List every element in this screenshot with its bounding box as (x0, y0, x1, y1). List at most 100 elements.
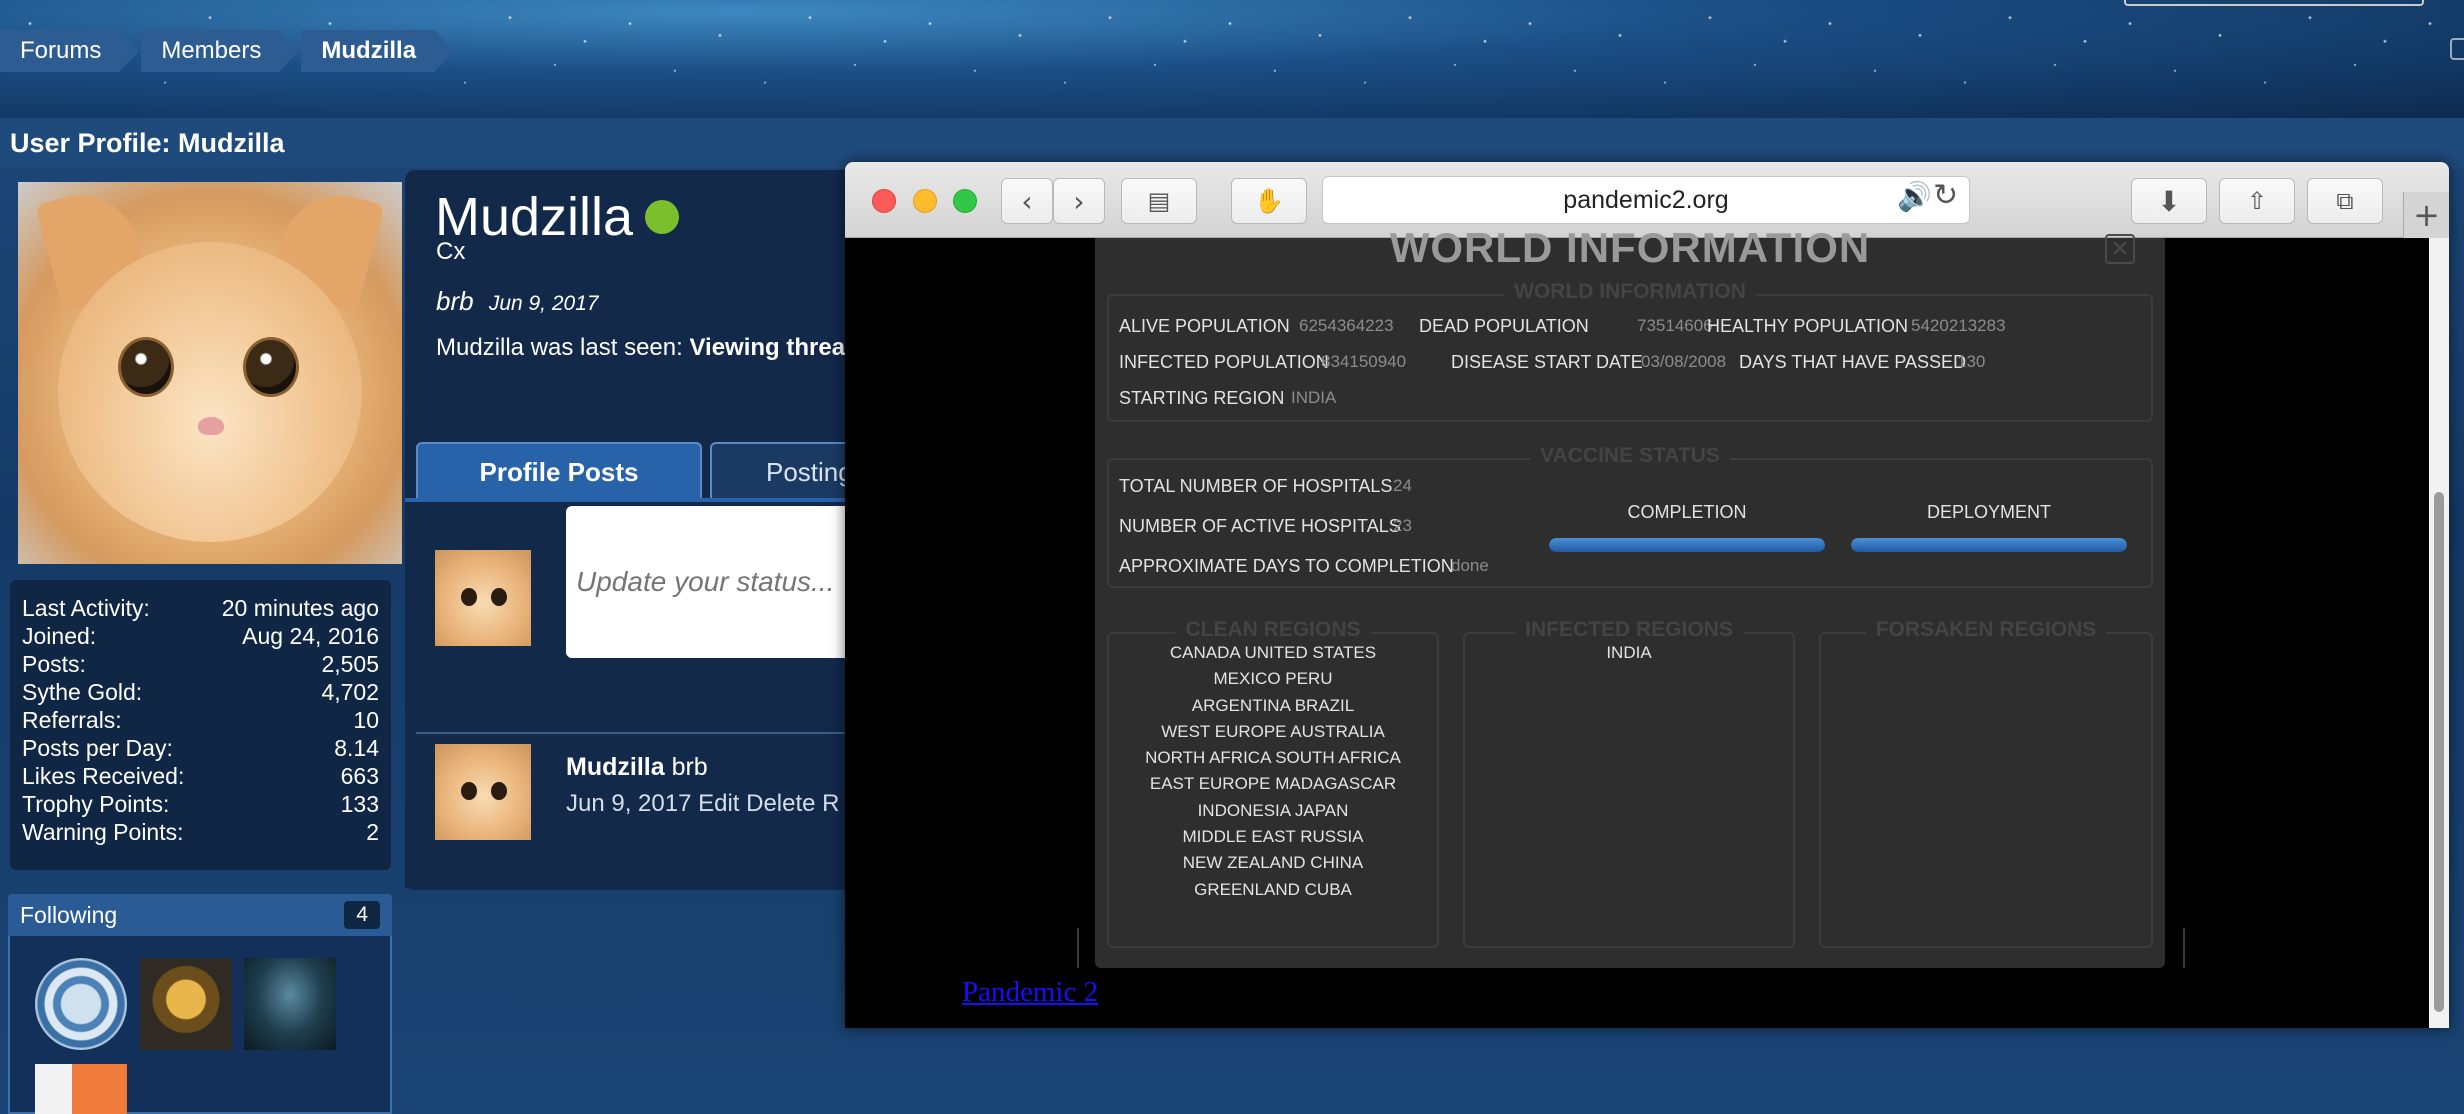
stat-value: 10 (353, 707, 379, 733)
privacy-button[interactable]: ✋ (1231, 178, 1307, 224)
following-avatar-3[interactable] (244, 958, 336, 1050)
active-hospitals-value: 23 (1393, 516, 1412, 535)
clean-regions-legend: CLEAN REGIONS (1109, 618, 1437, 642)
speaker-icon[interactable]: 🔊 (1897, 180, 1932, 213)
stat-value: 663 (340, 763, 379, 789)
completion-progress-fill (1549, 538, 1825, 552)
vertical-scrollbar[interactable] (2429, 238, 2449, 1028)
total-hospitals-label: TOTAL NUMBER OF HOSPITALS (1119, 476, 1393, 496)
following-label: Following (20, 901, 118, 928)
search-box-edge[interactable] (2124, 0, 2424, 6)
close-window-button[interactable] (872, 189, 896, 213)
share-icon: ⇧ (2246, 187, 2268, 215)
status-avatar[interactable] (435, 550, 531, 646)
infected-regions-section: INFECTED REGIONS INDIA (1463, 618, 1795, 948)
share-button[interactable]: ⇧ (2219, 178, 2295, 224)
stat-label: Posts per Day: (22, 735, 173, 761)
url-text: pandemic2.org (1563, 185, 1729, 214)
stat-label: Posts: (22, 651, 86, 677)
region-item: NEW ZEALAND CHINA (1182, 853, 1364, 873)
stat-label: Joined: (22, 623, 97, 649)
stat-label: Warning Points: (22, 819, 184, 845)
completion-label: COMPLETION (1627, 502, 1747, 522)
disease-start-date-value: 03/08/2008 (1641, 352, 1727, 371)
following-avatars (8, 936, 392, 1114)
zoom-window-button[interactable] (953, 189, 977, 213)
following-header[interactable]: Following 4 (8, 894, 392, 936)
status-text: brb (436, 286, 474, 316)
post-author-avatar[interactable] (435, 744, 531, 840)
breadcrumb-members[interactable]: Members (141, 30, 300, 72)
following-avatar-1[interactable] (35, 958, 127, 1050)
region-item: MIDDLE EAST RUSSIA (1182, 827, 1364, 847)
post-divider (416, 732, 846, 734)
infected-population-label: INFECTED POPULATION (1119, 352, 1329, 372)
world-info-panel: WORLD INFORMATION ✕ WORLD INFORMATION AL… (1095, 224, 2165, 968)
minimize-window-button[interactable] (913, 189, 937, 213)
close-icon[interactable]: ✕ (2105, 234, 2135, 264)
post-meta-actions[interactable]: Jun 9, 2017 Edit Delete R (566, 790, 846, 818)
last-seen: Mudzilla was last seen: Viewing threa (436, 334, 846, 362)
downloads-button[interactable]: ⬇ (2131, 178, 2207, 224)
region-item: WEST EUROPE AUSTRALIA (1161, 721, 1385, 741)
stat-value: 8.14 (334, 735, 379, 761)
online-status-icon (645, 200, 679, 234)
region-item: CANADA UNITED STATES (1169, 643, 1377, 662)
browser-content: WORLD INFORMATION ✕ WORLD INFORMATION AL… (845, 224, 2429, 1028)
stat-value: Aug 24, 2016 (242, 623, 379, 649)
browser-window: ‹ › ▤ ✋ pandemic2.org 🔊 ↻ ⬇ ⇧ ⧉ + WORLD … (845, 162, 2449, 1028)
breadcrumb-current-user[interactable]: Mudzilla (301, 30, 454, 72)
sidebar-button[interactable]: ▤ (1121, 178, 1197, 224)
active-hospitals-label: NUMBER OF ACTIVE HOSPITALS (1119, 516, 1401, 536)
breadcrumb-forums[interactable]: Forums (0, 30, 140, 72)
post-text: brb (671, 753, 708, 781)
title-bar (0, 118, 2464, 168)
world-info-title: WORLD INFORMATION (1389, 224, 1871, 271)
following-count-badge: 4 (344, 901, 380, 929)
vaccine-status-section: VACCINE STATUS TOTAL NUMBER OF HOSPITALS… (1107, 444, 2153, 588)
region-item: GREENLAND CUBA (1194, 879, 1352, 899)
stat-label: Sythe Gold: (22, 679, 143, 705)
deployment-progress-bar (1851, 538, 2127, 552)
tab-profile-posts[interactable]: Profile Posts (416, 442, 702, 500)
region-item: INDIA (1606, 643, 1652, 662)
stat-row: Trophy Points: 133 (22, 790, 379, 818)
stat-row: Posts: 2,505 (22, 650, 379, 678)
post-header: Mudzilla brb (566, 753, 708, 782)
stat-value: 4,702 (321, 679, 379, 705)
cat-nose (198, 417, 224, 435)
healthy-population-label: HEALTHY POPULATION (1707, 316, 1909, 336)
starting-region-value: INDIA (1291, 388, 1337, 407)
status-date[interactable]: Jun 9, 2017 (489, 292, 599, 315)
forward-button[interactable]: › (1053, 178, 1105, 224)
vaccine-status-legend: VACCINE STATUS (1109, 444, 2151, 468)
post-author-name[interactable]: Mudzilla (566, 753, 665, 781)
starting-region-label: STARTING REGION (1119, 388, 1285, 408)
profile-avatar[interactable] (18, 182, 402, 564)
last-seen-value[interactable]: Viewing threa (689, 334, 845, 361)
region-item: EAST EUROPE MADAGASCAR (1149, 774, 1397, 794)
approx-days-label: APPROXIMATE DAYS TO COMPLETION (1119, 556, 1454, 576)
address-bar[interactable]: pandemic2.org (1322, 176, 1970, 224)
stat-value: 133 (340, 791, 379, 817)
plus-icon: + (2413, 196, 2440, 234)
breadcrumb: Forums Members Mudzilla (0, 30, 456, 72)
scrollbar-thumb[interactable] (2434, 492, 2444, 1012)
status-input[interactable] (566, 506, 846, 658)
tab-postings[interactable]: Posting (710, 442, 850, 500)
pandemic-2-link[interactable]: Pandemic 2 (962, 976, 1098, 1009)
stat-row: Joined: Aug 24, 2016 (22, 622, 379, 650)
stat-value: 2,505 (321, 651, 379, 677)
cat-face (58, 242, 362, 542)
disease-start-date-label: DISEASE START DATE (1451, 352, 1643, 372)
infected-population-value: 834150940 (1321, 352, 1407, 371)
tabs-overview-button[interactable]: ⧉ (2307, 178, 2383, 224)
following-avatar-2[interactable] (140, 958, 232, 1050)
new-tab-button[interactable]: + (2403, 192, 2449, 238)
healthy-population-value: 5420213283 (1911, 316, 2006, 335)
reload-icon[interactable]: ↻ (1933, 178, 1958, 213)
back-button[interactable]: ‹ (1001, 178, 1053, 224)
following-avatar-4[interactable] (35, 1064, 127, 1114)
region-item: ARGENTINA BRAZIL (1191, 695, 1355, 715)
corner-icon[interactable] (2450, 38, 2464, 60)
